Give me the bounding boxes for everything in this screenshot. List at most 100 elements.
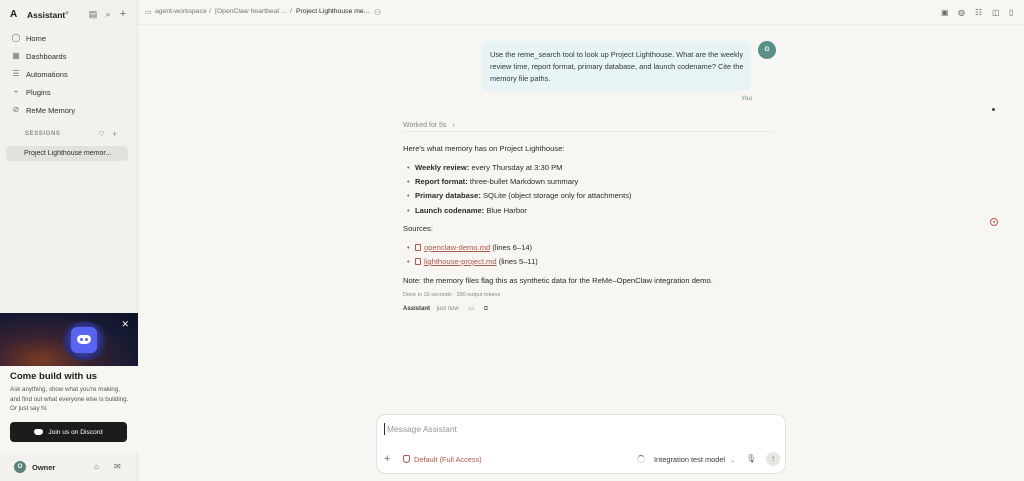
promo-title: Come build with us (10, 371, 98, 382)
fact-key: Launch codename: (415, 206, 485, 215)
breadcrumb-current[interactable]: Project Lighthouse me... (296, 8, 369, 15)
sidebar-item-label: Home (26, 33, 47, 43)
send-button[interactable]: ↑ (766, 452, 780, 466)
fact-key: Primary database: (415, 191, 481, 200)
sidebar-item-home[interactable]: ◯ Home (6, 30, 132, 46)
file-icon (415, 258, 421, 265)
close-icon[interactable]: ✕ (121, 319, 129, 330)
file-icon (415, 244, 421, 251)
tasks-icon[interactable]: ☷ (975, 8, 982, 17)
sidebar-item-dashboards[interactable]: ▦ Dashboards (6, 48, 132, 64)
worked-for-toggle[interactable]: Worked for 5s › (403, 122, 455, 129)
list-item: • Primary database: SQLite (object storag… (407, 191, 632, 200)
filter-icon[interactable]: ▽ (99, 130, 104, 138)
scroll-target-icon[interactable] (990, 218, 998, 226)
discord-logo-icon (71, 327, 97, 353)
fact-value: SQLite (object storage only for attachme… (480, 191, 632, 200)
search-icon[interactable]: ⌕ (103, 9, 113, 19)
source-lines: (lines 6–14) (490, 243, 533, 252)
plugin-icon: ⌁ (13, 87, 19, 96)
user-message-bubble: Use the reme_search tool to look up Proj… (481, 41, 751, 91)
source-lines: (lines 5–11) (496, 257, 538, 266)
attach-icon[interactable]: + (384, 453, 390, 465)
globe-icon[interactable]: ◍ (958, 8, 965, 17)
avatar[interactable]: O (14, 461, 26, 473)
timestamp: just now (436, 306, 459, 312)
join-discord-button[interactable]: Join us on Discord (10, 422, 127, 442)
sessions-heading: SESSIONS (25, 131, 61, 137)
list-item: • Weekly review: every Thursday at 3:30 P… (407, 163, 563, 172)
discord-promo-card: ✕ Come build with us Ask anything, show … (0, 313, 138, 453)
access-mode-label: Default (Full Access) (414, 455, 482, 464)
sidebar-item-label: Dashboards (26, 51, 67, 61)
message-composer: + Default (Full Access) Integration test… (376, 414, 786, 474)
microphone-icon[interactable]: 🎙 (746, 454, 756, 463)
session-item[interactable]: Project Lighthouse memor... (6, 146, 128, 161)
top-bar: ▭ agent-workspace / [OpenClaw heartbeat … (138, 0, 1024, 25)
sidebar-item-automations[interactable]: ☰ Automations (6, 66, 132, 82)
breadcrumb-workspace[interactable]: agent-workspace (155, 8, 207, 15)
sidebar-header: A Assistant ▼ ▤ ⌕ + (0, 0, 138, 30)
new-session-icon[interactable]: + (118, 9, 128, 20)
sidebar-item-label: ReMe Memory (26, 105, 76, 115)
scroll-marker[interactable] (992, 108, 995, 111)
list-item: • lighthouse-project.md (lines 5–11) (407, 257, 538, 266)
split-view-icon[interactable]: ◫ (992, 8, 1000, 17)
comment-icon[interactable]: ▭ (468, 306, 474, 312)
promo-description: Ask anything, show what you're making, a… (10, 386, 129, 413)
memory-icon: ⊘ (12, 105, 20, 114)
fact-key: Weekly review: (415, 163, 470, 172)
app-logo: A (10, 9, 18, 20)
user-message-text: Use the reme_search tool to look up Proj… (490, 50, 744, 83)
inbox-icon[interactable]: ✉ (114, 462, 121, 471)
breadcrumb-parent[interactable]: [OpenClaw heartbeat ... (215, 8, 287, 15)
model-label: Integration test model (654, 455, 726, 464)
sidebar-footer: O Owner ⌂ ✉ (0, 458, 138, 478)
worked-for-label: Worked for 5s (403, 122, 447, 129)
sidebar-item-reme-memory[interactable]: ⊘ ReMe Memory (6, 102, 132, 118)
chevron-right-icon: › (452, 122, 455, 129)
owner-name[interactable]: Owner (32, 463, 55, 472)
shield-icon (403, 455, 410, 463)
sources-label: Sources: (403, 224, 433, 233)
divider (403, 131, 775, 132)
sidebar: A Assistant ▼ ▤ ⌕ + ◯ Home ▦ Dashboards … (0, 0, 138, 481)
canvas-icon[interactable]: ▣ (941, 8, 949, 17)
model-selector[interactable]: Integration test model ⌄ (654, 455, 735, 464)
source-link[interactable]: lighthouse-project.md (424, 257, 497, 266)
avatar: G (758, 41, 776, 59)
response-meta: Done in 16 seconds · 390 output tokens (403, 292, 501, 298)
breadcrumb-separator: / (209, 8, 211, 15)
home-icon[interactable]: ⌂ (94, 462, 99, 471)
folder-icon: ▭ (145, 9, 152, 16)
sidebar-toggle-icon[interactable]: ▤ (88, 9, 98, 19)
dashboard-icon: ▦ (12, 51, 20, 60)
chevron-down-icon[interactable]: ▼ (64, 11, 70, 17)
home-icon: ◯ (11, 33, 21, 42)
join-discord-label: Join us on Discord (48, 428, 103, 436)
session-title: Project Lighthouse memor... (24, 150, 112, 157)
app-title[interactable]: Assistant (27, 10, 65, 20)
chevron-down-icon: ⌄ (730, 458, 736, 464)
message-footer: Assistant just now ▭ ⧉ (403, 305, 488, 313)
automation-icon: ☰ (12, 69, 20, 78)
participants-icon[interactable]: ⚇ (374, 8, 381, 17)
panel-icon[interactable]: ▯ (1009, 8, 1013, 17)
fact-value: three-bullet Markdown summary (467, 177, 579, 186)
add-session-icon[interactable]: + (112, 129, 117, 139)
promo-banner-image: ✕ (0, 313, 138, 366)
source-link[interactable]: openclaw-demo.md (424, 243, 490, 252)
loading-spinner-icon (637, 455, 645, 463)
sidebar-item-label: Plugins (26, 87, 51, 97)
sender-name: Assistant (403, 306, 431, 312)
access-mode-button[interactable]: Default (Full Access) (403, 455, 482, 464)
assistant-intro: Here's what memory has on Project Lighth… (403, 144, 565, 153)
fact-value: Blue Harbor (484, 206, 527, 215)
list-item: • Report format: three-bullet Markdown su… (407, 177, 579, 186)
list-item: • Launch codename: Blue Harbor (407, 206, 527, 215)
breadcrumb-separator: / (290, 8, 292, 15)
list-item: • openclaw-demo.md (lines 6–14) (407, 243, 533, 252)
copy-icon[interactable]: ⧉ (484, 306, 488, 312)
sidebar-item-plugins[interactable]: ⌁ Plugins (6, 84, 132, 100)
message-input[interactable] (384, 423, 774, 435)
